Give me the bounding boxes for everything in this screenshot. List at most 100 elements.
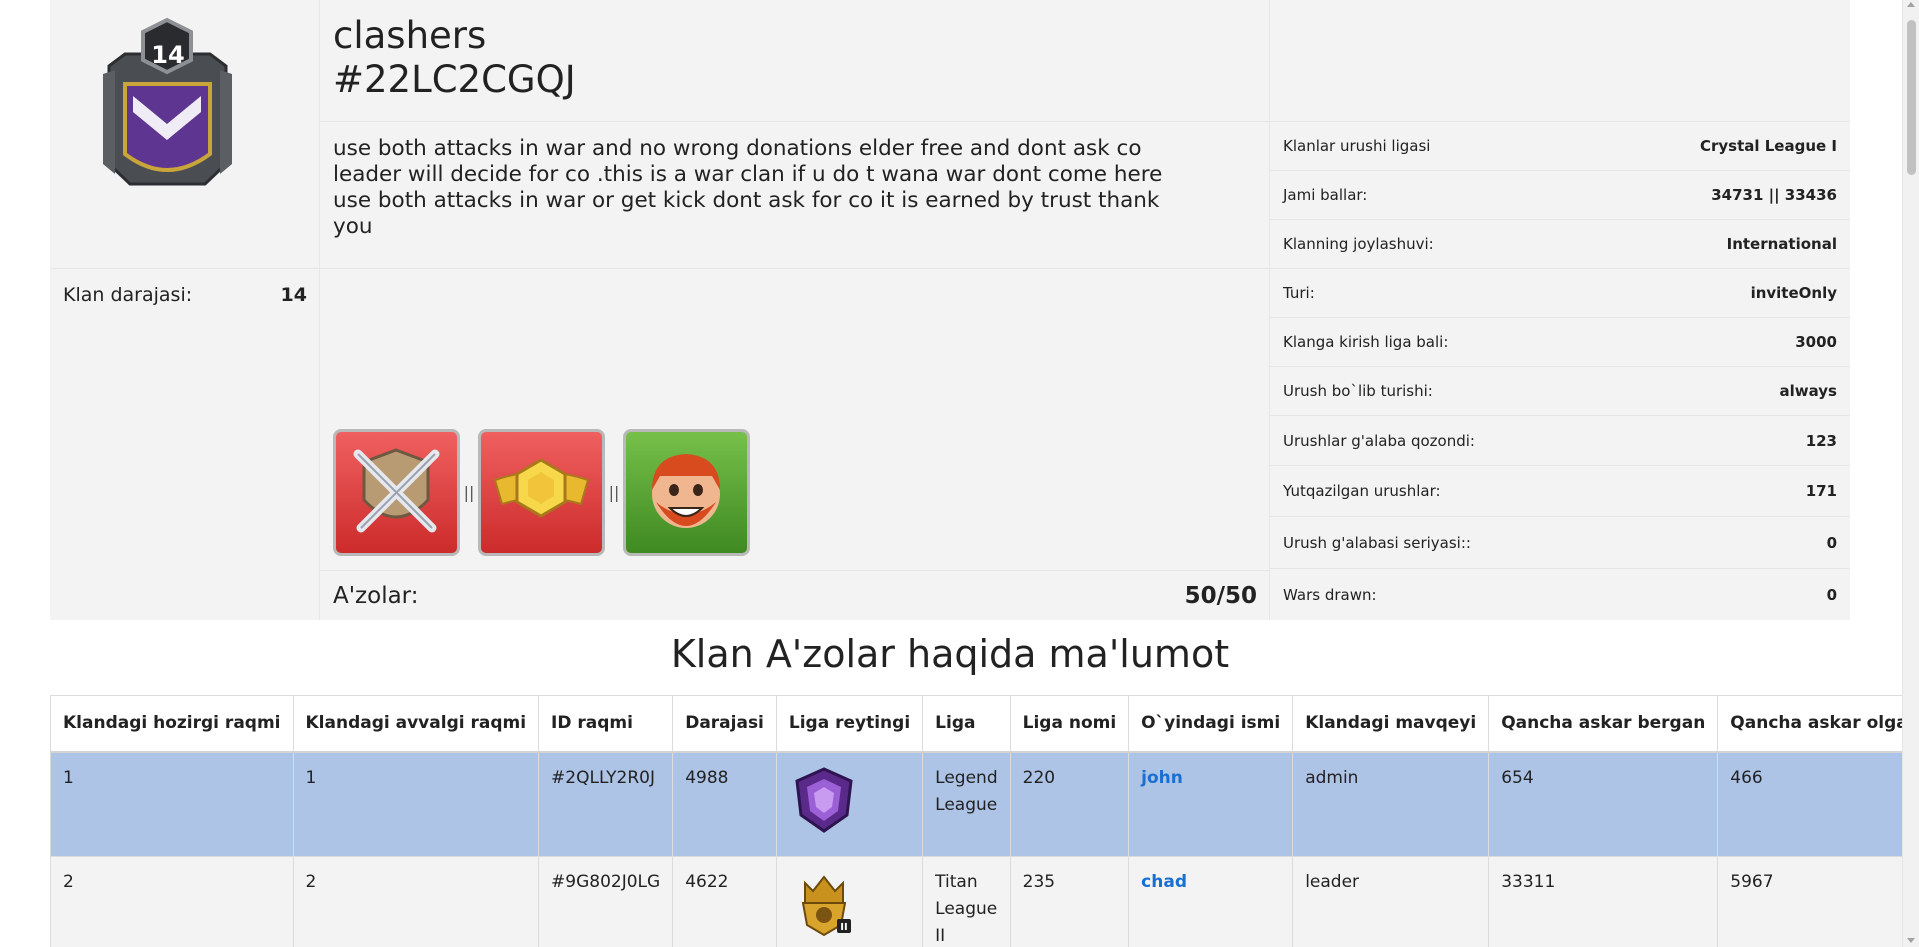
cell-role: admin: [1292, 751, 1490, 857]
stat-label: Yutqazilgan urushlar:: [1283, 482, 1441, 500]
stat-label: Klanga kirish liga bali:: [1283, 333, 1449, 351]
titan-league-icon: II: [801, 874, 851, 936]
stat-label: Klanning joylashuvi:: [1283, 235, 1434, 253]
members-label: A'zolar:: [333, 582, 419, 609]
clan-war-league-label-icon: [478, 429, 605, 556]
stat-row-win-streak: Urush g'alabasi seriyasi:: 0: [1270, 516, 1850, 568]
stat-value: International: [1726, 235, 1837, 253]
label-separator: ||: [608, 483, 620, 502]
cell-league-icon: [775, 751, 924, 857]
stat-value: always: [1779, 382, 1838, 400]
cell-player-id: #9G802J0LG: [538, 855, 674, 947]
stat-row-type: Turi: inviteOnly: [1270, 268, 1850, 317]
stat-label: Urush g'alabasi seriyasi::: [1283, 533, 1471, 552]
clan-labels: || ||: [333, 429, 750, 556]
svg-text:II: II: [840, 922, 847, 933]
stat-label: Urushlar g'alaba qozondi:: [1283, 431, 1475, 450]
stat-row-wars-drawn: Wars drawn: 0: [1270, 568, 1850, 620]
stat-value: inviteOnly: [1750, 284, 1837, 302]
members-section-title: Klan A'zolar haqida ma'lumot: [670, 632, 1230, 676]
player-name-link[interactable]: john: [1141, 768, 1183, 788]
player-name-link[interactable]: chad: [1141, 872, 1187, 892]
members-table: Klandagi hozirgi raqmi Klandagi avvalgi …: [50, 695, 1919, 947]
clan-main-column: clashers #22LC2CGQJ use both attacks in …: [320, 0, 1270, 620]
cell-level: 4622: [672, 855, 777, 947]
stat-value: 34731 || 33436: [1711, 186, 1837, 204]
stat-value: 171: [1805, 482, 1837, 500]
stat-row-total-points: Jami ballar: 34731 || 33436: [1270, 170, 1850, 219]
column-header: Klandagi hozirgi raqmi: [50, 695, 294, 753]
badge-level-number: 14: [151, 41, 184, 69]
stat-row-war-league: Klanlar urushi ligasi Crystal League I: [1270, 121, 1850, 170]
divider: [320, 121, 1270, 122]
stat-label: Turi:: [1283, 284, 1315, 302]
label-separator: ||: [463, 483, 475, 502]
members-count: 50/50: [1184, 582, 1257, 609]
clan-page: 14 Klan darajasi: 14 clashers #22LC2CGQJ…: [0, 0, 1919, 947]
clan-description: use both attacks in war and no wrong don…: [333, 136, 1163, 239]
clan-name: clashers: [333, 14, 487, 57]
column-header: Qancha askar bergan: [1488, 695, 1719, 753]
cell-level: 4988: [672, 751, 777, 857]
cell-received: 466: [1717, 751, 1919, 857]
friendly-label-icon: [623, 429, 750, 556]
scroll-up-arrow-icon[interactable]: [1907, 2, 1915, 7]
stat-label: Klanlar urushi ligasi: [1283, 137, 1431, 155]
cell-role: leader: [1292, 855, 1490, 947]
clan-level-row: Klan darajasi: 14: [50, 268, 320, 320]
cell-donated: 654: [1488, 751, 1719, 857]
stat-row-wars-won: Urushlar g'alaba qozondi: 123: [1270, 415, 1850, 465]
scroll-thumb[interactable]: [1907, 20, 1916, 175]
cell-player-id: #2QLLY2R0J: [538, 751, 674, 857]
cell-league: Titan League II: [922, 855, 1011, 947]
cell-received: 5967: [1717, 855, 1919, 947]
clan-wars-label-icon: [333, 429, 460, 556]
cell-previous-rank: 2: [292, 855, 540, 947]
cell-league-icon: II: [775, 855, 924, 947]
table-header-row: Klandagi hozirgi raqmi Klandagi avvalgi …: [50, 695, 1919, 753]
svg-text:14: 14: [151, 41, 184, 69]
stat-label: Urush bo`lib turishi:: [1283, 382, 1433, 400]
stat-row-war-frequency: Urush bo`lib turishi: always: [1270, 366, 1850, 415]
table-row: 2 2 #9G802J0LG 4622 II Titan League II 2…: [50, 855, 1919, 947]
column-header: Klandagi avvalgi raqmi: [292, 695, 540, 753]
page-scrollbar[interactable]: [1902, 0, 1919, 947]
clan-members-row: A'zolar: 50/50: [320, 570, 1270, 620]
scroll-down-arrow-icon[interactable]: [1907, 938, 1915, 943]
column-header: Liga reytingi: [775, 695, 924, 753]
cell-player-name: chad: [1128, 855, 1294, 947]
column-header: Darajasi: [672, 695, 777, 753]
column-header: Liga nomi: [1009, 695, 1130, 753]
cell-current-rank: 1: [50, 751, 294, 857]
stat-row-required-trophies: Klanga kirish liga bali: 3000: [1270, 317, 1850, 366]
stat-value: 123: [1805, 431, 1837, 450]
stat-label: Wars drawn:: [1283, 585, 1377, 604]
clan-level-label: Klan darajasi:: [63, 283, 193, 306]
cell-league: Legend League: [922, 751, 1011, 857]
cell-league-name: 235: [1009, 855, 1130, 947]
stat-value: 3000: [1795, 333, 1837, 351]
stat-value: Crystal League I: [1699, 137, 1837, 155]
clan-tag: #22LC2CGQJ: [333, 58, 576, 101]
stat-label: Jami ballar:: [1283, 186, 1368, 204]
stat-value: 0: [1826, 533, 1837, 552]
clan-info-panel: 14 Klan darajasi: 14 clashers #22LC2CGQJ…: [50, 0, 1850, 620]
column-header: ID raqmi: [538, 695, 674, 753]
stat-value: 0: [1826, 585, 1837, 604]
clan-level-value: 14: [280, 283, 307, 306]
cell-current-rank: 2: [50, 855, 294, 947]
cell-previous-rank: 1: [292, 751, 540, 857]
column-header: Liga: [922, 695, 1011, 753]
divider: [320, 268, 1270, 269]
stat-row-location: Klanning joylashuvi: International: [1270, 219, 1850, 268]
column-header: Qancha askar olgan: [1717, 695, 1919, 753]
cell-league-name: 220: [1009, 751, 1130, 857]
column-header: O`yindagi ismi: [1128, 695, 1294, 753]
cell-donated: 33311: [1488, 855, 1719, 947]
table-row: 1 1 #2QLLY2R0J 4988 Legend League 220 jo…: [50, 751, 1919, 857]
stat-row-wars-lost: Yutqazilgan urushlar: 171: [1270, 465, 1850, 516]
clan-badge-column: 14 Klan darajasi: 14: [50, 0, 320, 620]
column-header: Klandagi mavqeyi: [1292, 695, 1490, 753]
clan-stats-column: Klanlar urushi ligasi Crystal League I Ja…: [1270, 0, 1850, 620]
legend-league-icon: [795, 766, 853, 833]
